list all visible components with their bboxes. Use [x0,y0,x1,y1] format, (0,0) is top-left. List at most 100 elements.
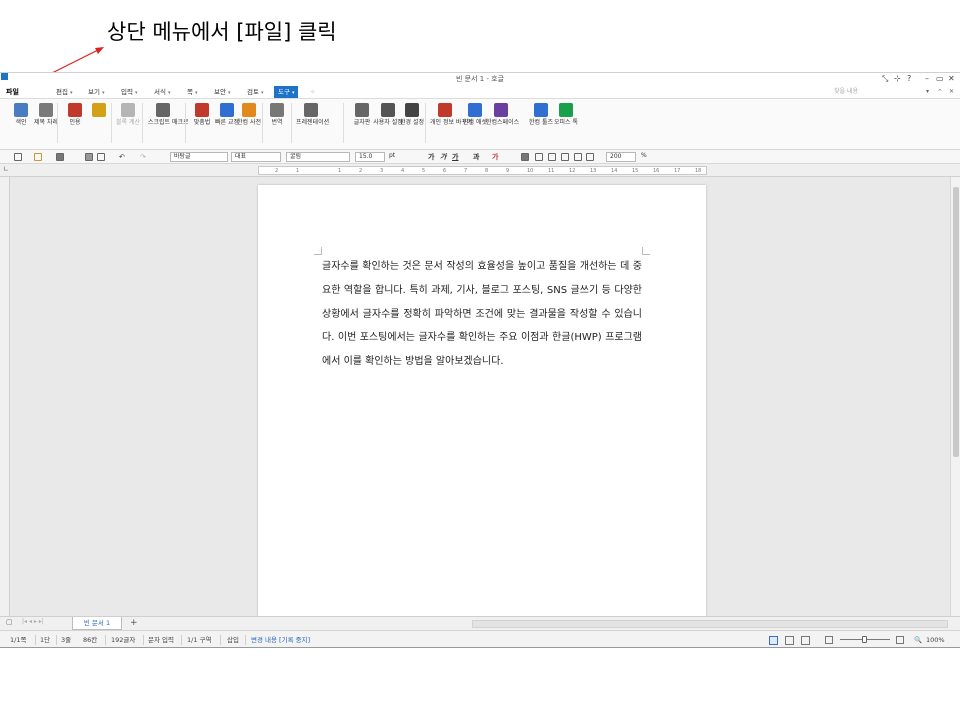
save-icon[interactable] [56,153,64,161]
status-zoom[interactable]: 100% [926,631,945,647]
align-center-icon[interactable] [548,153,556,161]
distribute-icon[interactable] [574,153,582,161]
minimize-icon[interactable]: – [925,73,929,85]
keyboard-icon [355,103,369,117]
ribbon-privacy-button[interactable]: 개인 정보 바꾸기 [430,103,472,127]
ruler-number: 8 [485,168,489,174]
tab-list-icon[interactable]: ▢ [6,618,13,626]
ruler-row: ∟ 2 1 1 2 3 4 5 6 7 8 9 10 11 12 13 14 15 16 17 18 [0,164,960,177]
align-justify-icon[interactable] [521,153,529,161]
ruler-number: 1 [296,168,300,174]
view-normal-icon[interactable] [769,636,778,645]
document-page[interactable]: 글자수를 확인하는 것은 문서 작성의 효율성을 높이고 품질을 개선하는 데 … [258,185,706,616]
title-toc-icon [39,103,53,117]
ribbon-collapse-icon[interactable]: ⌃ [937,85,943,99]
ribbon-office-tok-button[interactable]: 오피스 톡 [551,103,581,127]
language-select[interactable]: 대표 [231,152,281,162]
tab-type-icon[interactable]: ∟ [3,165,9,173]
ribbon-citation2-button[interactable] [84,103,114,119]
scrollbar-thumb[interactable] [953,187,959,457]
chevron-down-icon: ▾ [260,90,264,96]
ribbon-script-macro-button[interactable]: 스크립트 매크로 [148,103,189,127]
zoom-slider-handle[interactable] [862,636,867,643]
undo-icon[interactable]: ↶ [119,150,125,164]
status-input-mode: 문자 입력 [148,636,174,644]
redo-icon[interactable]: ↷ [140,150,146,164]
index-icon [14,103,28,117]
horizontal-scrollbar[interactable] [472,620,948,628]
style-select[interactable]: 바탕글 [170,152,228,162]
vertical-scrollbar[interactable] [950,177,960,616]
zoom-input[interactable]: 200 [606,152,636,162]
ribbon-hanja-dict-button[interactable]: 한컴 사전 [234,103,264,127]
status-page[interactable]: 1/1쪽 [10,631,26,647]
ribbon-options-icon[interactable]: ▾ [926,85,929,99]
view-outline-icon[interactable] [801,636,810,645]
help-icon[interactable]: ? [907,73,911,85]
status-insert-mode[interactable]: 삽입 [227,631,239,647]
align-right-icon[interactable] [561,153,569,161]
menu-insert[interactable]: 입력 ▾ [121,85,137,100]
view-web-icon[interactable] [785,636,794,645]
menu-format[interactable]: 서식 ▾ [154,85,170,100]
document-tab[interactable]: 빈 문서 1 [72,617,122,630]
font-select[interactable]: 굴림 [286,152,350,162]
underline-button[interactable]: 가 [452,150,458,164]
ribbon-separator [343,103,344,143]
font-size-input[interactable]: 15.0 [355,152,385,162]
status-separator [143,635,144,645]
magnifier-icon[interactable]: 🔍 [914,631,922,647]
add-tab-button[interactable]: + [130,617,138,630]
menu-label: 서식 [154,88,166,96]
open-icon[interactable] [34,153,42,161]
fullscreen-icon[interactable]: ⤡ [882,73,888,85]
hanja-dict-icon [242,103,256,117]
status-track-changes[interactable]: 변경 내용 [기록 중지] [251,631,310,647]
close-icon[interactable]: ✕ [948,73,955,85]
layout-icon[interactable]: ⊹ [894,73,901,85]
zoom-out-icon[interactable] [825,636,833,644]
italic-button[interactable]: 가 [440,150,446,164]
menu-view[interactable]: 보기 ▾ [88,85,104,100]
bold-button[interactable]: 가 [428,150,434,164]
vertical-ruler[interactable] [0,177,10,616]
menu-tools[interactable]: 도구 ▾ [274,86,299,98]
ribbon-separator [57,103,58,143]
document-body-text[interactable]: 글자수를 확인하는 것은 문서 작성의 효율성을 높이고 품질을 개선하는 데 … [322,255,642,374]
ruler-number: 1 [338,168,342,174]
ribbon-hancom-space-button[interactable]: 한컴스페이스 [486,103,519,127]
preview-icon[interactable] [97,153,105,161]
align-left-icon[interactable] [535,153,543,161]
status-char-count[interactable]: 192글자 [111,631,135,647]
strike-button[interactable]: 과 [473,150,479,164]
ribbon-presentation-button[interactable]: 프레젠테이션 [296,103,329,127]
new-doc-icon[interactable] [14,153,22,161]
document-workspace: 글자수를 확인하는 것은 문서 작성의 효율성을 높이고 품질을 개선하는 데 … [10,177,950,616]
horizontal-ruler[interactable]: 2 1 1 2 3 4 5 6 7 8 9 10 11 12 13 14 15 16 17 18 [258,166,707,175]
status-line: 3줄 [61,636,72,644]
menu-review[interactable]: 검토 ▾ [247,85,263,100]
help-search-input[interactable]: 찾을 내용 [834,88,858,96]
menu-label: 검토 [247,88,259,96]
ribbon-label: 번역 [271,119,283,126]
zoom-in-icon[interactable] [896,636,904,644]
ribbon-close-icon[interactable]: ✕ [949,85,954,99]
print-icon[interactable] [85,153,93,161]
quick-access-icon[interactable]: ✧ [310,85,315,99]
tab-nav-icons[interactable]: |◂ ◂ ▸ ▸| [22,618,44,625]
ribbon-translate-button[interactable]: 번역 [262,103,292,127]
chevron-down-icon: ▾ [101,90,105,96]
crop-mark [314,247,322,255]
menu-label: 도구 [278,88,290,96]
ribbon-env-settings-button[interactable]: 환경 설정 [397,103,427,127]
status-column: 1단 [40,636,51,644]
menu-page[interactable]: 쪽 ▾ [187,85,198,100]
menu-bar: 파일 편집 ▾ 보기 ▾ 입력 ▾ 서식 ▾ 쪽 ▾ 보안 ▾ 검토 ▾ 도구 ▾ ✧ 찾을 내… [0,85,960,99]
restore-icon[interactable]: ▭ [936,73,944,85]
split-icon[interactable] [586,153,594,161]
ribbon-separator [425,103,426,143]
menu-edit[interactable]: 편집 ▾ [56,85,72,100]
menu-security[interactable]: 보안 ▾ [214,85,230,100]
font-color-button[interactable]: 가 [492,150,498,164]
menu-file[interactable]: 파일 [6,85,19,99]
